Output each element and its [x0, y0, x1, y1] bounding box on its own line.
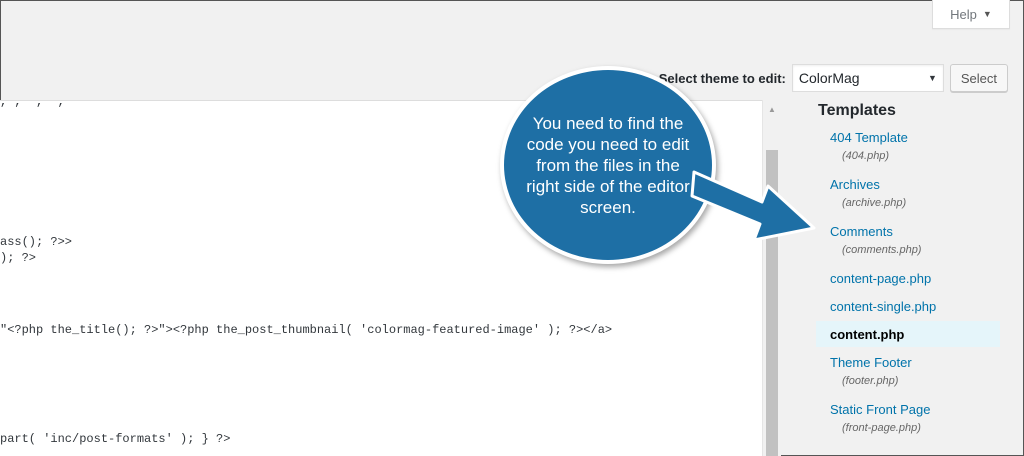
callout-arrow-icon: [690, 170, 816, 242]
template-item[interactable]: 404 Template (404.php): [818, 130, 1000, 163]
template-item-current[interactable]: content.php: [816, 321, 1000, 347]
template-item[interactable]: Comments (comments.php): [818, 224, 1000, 257]
code-line: "<?php the_title(); ?>"><?php the_post_t…: [0, 323, 613, 337]
template-item[interactable]: Static Front Page (front-page.php): [818, 402, 1000, 435]
code-line: part( 'inc/post-formats' ); } ?>: [0, 432, 231, 446]
template-link[interactable]: Static Front Page: [818, 402, 1000, 418]
code-line: ); ?>: [0, 251, 37, 265]
template-filename: (archive.php): [842, 197, 907, 209]
dropdown-arrow-icon: ▼: [927, 73, 937, 83]
select-theme-button[interactable]: Select: [949, 64, 1008, 92]
template-item[interactable]: content-single.php: [818, 299, 1000, 315]
template-link-current[interactable]: content.php: [816, 327, 1000, 343]
templates-sidebar: Templates 404 Template (404.php) Archive…: [816, 100, 1008, 434]
help-button[interactable]: Help ▼: [932, 0, 1010, 29]
theme-select-row: Select theme to edit: ColorMag ▼ Select: [659, 64, 1008, 92]
template-filename: (front-page.php): [842, 422, 921, 434]
template-link[interactable]: 404 Template: [818, 130, 1000, 146]
callout-bubble: You need to find the code you need to ed…: [500, 66, 716, 264]
help-label: Help: [950, 6, 977, 22]
templates-heading: Templates: [818, 102, 896, 119]
theme-select-dropdown[interactable]: ColorMag ▼: [791, 64, 944, 92]
callout-text: You need to find the code you need to ed…: [526, 113, 690, 217]
template-item[interactable]: Theme Footer (footer.php): [818, 355, 1000, 388]
template-item[interactable]: Archives (archive.php): [818, 177, 1000, 210]
template-filename: (404.php): [842, 150, 890, 162]
template-link[interactable]: content-page.php: [818, 271, 1000, 287]
caret-down-icon: ▼: [982, 9, 992, 19]
template-filename: (comments.php): [842, 244, 922, 256]
scroll-up-arrow-icon[interactable]: ▲: [763, 100, 781, 118]
template-link[interactable]: content-single.php: [818, 299, 1000, 315]
theme-select-value: ColorMag: [798, 70, 860, 86]
code-line: ass(); ?>>: [0, 235, 73, 249]
theme-select-label: Select theme to edit:: [658, 70, 786, 86]
template-link[interactable]: Comments: [818, 224, 1000, 240]
template-link[interactable]: Archives: [818, 177, 1000, 193]
template-filename: (footer.php): [842, 375, 899, 387]
template-link[interactable]: Theme Footer: [818, 355, 1000, 371]
template-item[interactable]: content-page.php: [818, 271, 1000, 287]
code-line-partial: , , , ,: [0, 100, 65, 109]
